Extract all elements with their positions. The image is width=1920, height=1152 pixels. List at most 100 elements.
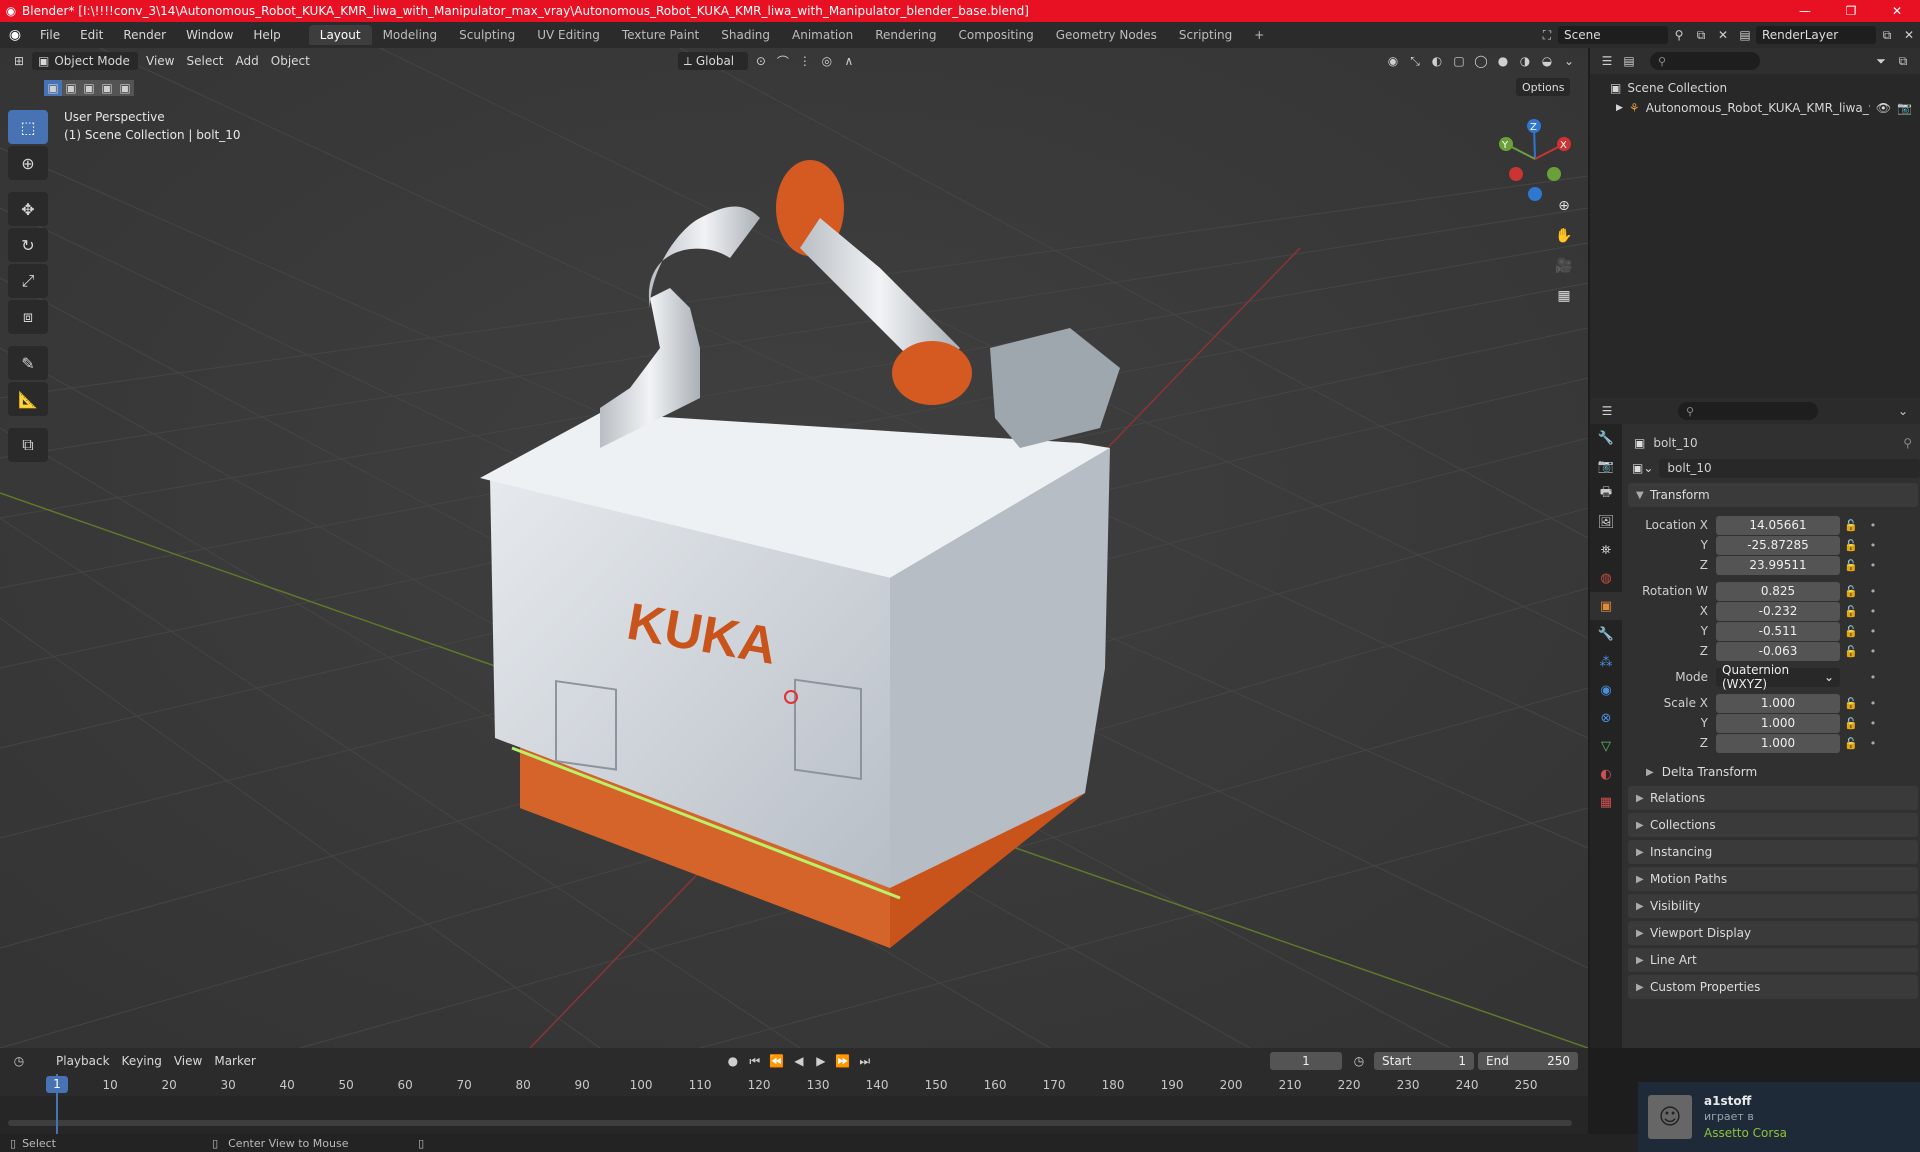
motion-paths-panel-header[interactable]: ▶ Motion Paths	[1628, 867, 1918, 891]
menu-help[interactable]: Help	[243, 22, 290, 48]
outliner-row-robot[interactable]: ▶ ⚘ Autonomous_Robot_KUKA_KMR_liwa_w 👁 📷	[1590, 98, 1920, 118]
jump-keyframe-forward-icon[interactable]: ⏩	[832, 1051, 854, 1071]
scale-tool-icon[interactable]: ⤢	[8, 264, 48, 298]
transform-panel-header[interactable]: ▼ Transform	[1628, 483, 1918, 507]
shading-options-icon[interactable]: ⌄	[1558, 51, 1580, 71]
delete-layer-icon[interactable]: ✕	[1898, 25, 1920, 45]
object-data-tab-icon[interactable]: ▽	[1590, 732, 1622, 760]
lock-icon[interactable]: 🔓	[1840, 645, 1862, 658]
lock-icon[interactable]: 🔓	[1840, 625, 1862, 638]
close-button[interactable]: ✕	[1874, 0, 1920, 22]
custom-properties-panel-header[interactable]: ▶ Custom Properties	[1628, 975, 1918, 999]
render-camera-icon[interactable]: 📷	[1897, 101, 1912, 115]
constraints-tab-icon[interactable]: ⊗	[1590, 704, 1622, 732]
select-extend-icon[interactable]: ▣	[62, 80, 80, 96]
rotate-tool-icon[interactable]: ↻	[8, 228, 48, 262]
rotation-z-field[interactable]: -0.063	[1716, 641, 1840, 661]
expand-chevron-icon[interactable]: ▶	[1616, 103, 1623, 113]
filter-icon[interactable]: ⏷	[1870, 51, 1892, 71]
object-type-icon[interactable]: ▣⌄	[1632, 461, 1653, 475]
lock-icon[interactable]: 🔓	[1840, 519, 1862, 532]
view-layer-tab-icon[interactable]: 🖼	[1590, 508, 1622, 536]
material-tab-icon[interactable]: ◐	[1590, 760, 1622, 788]
solid-shading-icon[interactable]: ●	[1492, 51, 1514, 71]
transform-orientation-selector[interactable]: ⟂ Global	[677, 52, 748, 70]
start-frame-field[interactable]: Start 1	[1374, 1052, 1474, 1070]
scene-tab-icon[interactable]: ⛯	[1590, 536, 1622, 564]
falloff-icon[interactable]: ∧	[838, 51, 860, 71]
camera-view-icon[interactable]: 🎥	[1550, 252, 1578, 280]
rotation-y-field[interactable]: -0.511	[1716, 621, 1840, 641]
pan-hand-icon[interactable]: ✋	[1550, 222, 1578, 250]
physics-tab-icon[interactable]: ◉	[1590, 676, 1622, 704]
world-tab-icon[interactable]: ◍	[1590, 564, 1622, 592]
timeline-editor-type-icon[interactable]: ◷	[8, 1051, 30, 1071]
menu-select[interactable]: Select	[180, 52, 229, 70]
snap-target-icon[interactable]: ⋮	[794, 51, 816, 71]
location-z-field[interactable]: 23.99511	[1716, 555, 1840, 575]
outliner-editor-type-icon[interactable]: ☰	[1596, 51, 1618, 71]
menu-object[interactable]: Object	[265, 52, 316, 70]
pin-icon[interactable]: ⚲	[1903, 436, 1912, 450]
menu-edit[interactable]: Edit	[70, 22, 113, 48]
keyframe-dot-icon[interactable]: •	[1862, 717, 1884, 730]
tab-texture-paint[interactable]: Texture Paint	[611, 25, 710, 45]
menu-view[interactable]: View	[140, 52, 180, 70]
tab-modeling[interactable]: Modeling	[372, 25, 449, 45]
lock-icon[interactable]: 🔓	[1840, 737, 1862, 750]
menu-keying[interactable]: Keying	[116, 1052, 168, 1070]
texture-tab-icon[interactable]: ▦	[1590, 788, 1622, 816]
pivot-icon[interactable]: ⊙	[750, 51, 772, 71]
gizmo-icon[interactable]: ⤡	[1404, 51, 1426, 71]
tab-layout[interactable]: Layout	[308, 25, 372, 45]
rotation-x-field[interactable]: -0.232	[1716, 601, 1840, 621]
keyframe-dot-icon[interactable]: •	[1862, 671, 1884, 684]
keyframe-dot-icon[interactable]: •	[1862, 625, 1884, 638]
annotate-tool-icon[interactable]: ✎	[8, 346, 48, 380]
keyframe-dot-icon[interactable]: •	[1862, 645, 1884, 658]
viewport-display-panel-header[interactable]: ▶ Viewport Display	[1628, 921, 1918, 945]
menu-add[interactable]: Add	[230, 52, 265, 70]
new-layer-icon[interactable]: ⧉	[1876, 25, 1898, 45]
lock-icon[interactable]: 🔓	[1840, 539, 1862, 552]
delta-transform-subpanel[interactable]: ▶ Delta Transform	[1626, 761, 1920, 783]
jump-keyframe-back-icon[interactable]: ⏪	[766, 1051, 788, 1071]
relations-panel-header[interactable]: ▶ Relations	[1628, 786, 1918, 810]
current-frame-field[interactable]: 1	[1270, 1052, 1342, 1070]
rotation-w-field[interactable]: 0.825	[1716, 581, 1840, 601]
measure-tool-icon[interactable]: 📐	[8, 382, 48, 416]
keyframe-dot-icon[interactable]: •	[1862, 519, 1884, 532]
material-shading-icon[interactable]: ◑	[1514, 51, 1536, 71]
render-layer-icon[interactable]: ▤	[1734, 25, 1756, 45]
visibility-icon[interactable]: ◉	[1382, 51, 1404, 71]
navigation-gizmo[interactable]: Z Y X	[1490, 114, 1580, 204]
options-button[interactable]: Options	[1516, 78, 1571, 96]
keyframe-dot-icon[interactable]: •	[1862, 697, 1884, 710]
pin-scene-icon[interactable]: ⚲	[1668, 25, 1690, 45]
lock-icon[interactable]: 🔓	[1840, 585, 1862, 598]
keyframe-dot-icon[interactable]: •	[1862, 605, 1884, 618]
select-invert-icon[interactable]: ▣	[98, 80, 116, 96]
output-tab-icon[interactable]: 🖶	[1590, 480, 1622, 508]
properties-options-icon[interactable]: ⌄	[1892, 401, 1914, 421]
steam-notification[interactable]: ☺ a1stoff играет в Assetto Corsa	[1638, 1082, 1920, 1152]
editor-type-icon[interactable]: ⊞	[8, 51, 30, 71]
menu-marker[interactable]: Marker	[208, 1052, 261, 1070]
object-name-field[interactable]: bolt_10	[1659, 458, 1920, 478]
keyframe-dot-icon[interactable]: •	[1862, 737, 1884, 750]
gizmo-neg-y-icon[interactable]	[1547, 167, 1561, 181]
scene-selector[interactable]: Scene	[1558, 26, 1668, 44]
tab-rendering[interactable]: Rendering	[864, 25, 947, 45]
menu-playback[interactable]: Playback	[50, 1052, 116, 1070]
play-icon[interactable]: ▶	[810, 1051, 832, 1071]
menu-file[interactable]: File	[30, 22, 70, 48]
keyframe-dot-icon[interactable]: •	[1862, 559, 1884, 572]
render-layer-selector[interactable]: RenderLayer	[1756, 26, 1876, 44]
tab-animation[interactable]: Animation	[781, 25, 864, 45]
timeline-tracks[interactable]	[0, 1096, 1588, 1134]
particles-tab-icon[interactable]: ⁂	[1590, 648, 1622, 676]
minimize-button[interactable]: —	[1782, 0, 1828, 22]
visibility-panel-header[interactable]: ▶ Visibility	[1628, 894, 1918, 918]
menu-render[interactable]: Render	[113, 22, 176, 48]
transform-tool-icon[interactable]: ⧈	[8, 300, 48, 334]
